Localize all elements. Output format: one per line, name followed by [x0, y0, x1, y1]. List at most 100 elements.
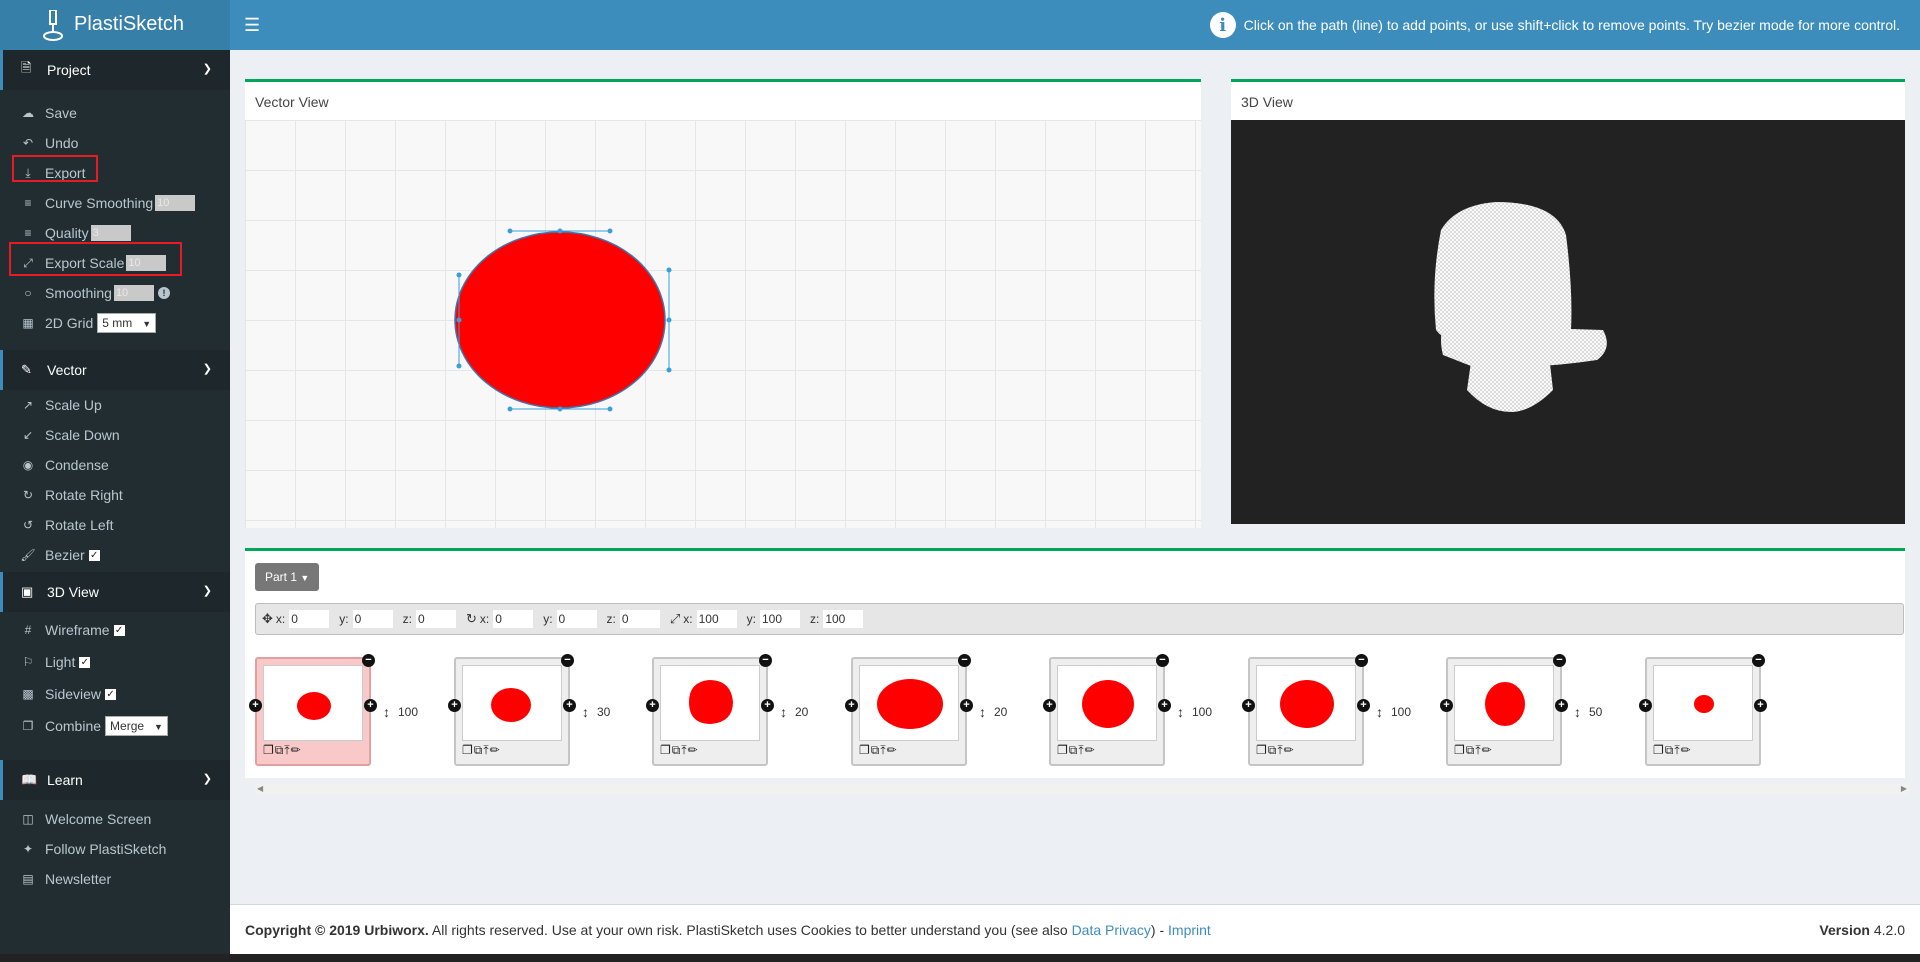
- sidebar-item-wireframe[interactable]: # Wireframe ✓: [0, 614, 230, 646]
- add-layer-before-icon[interactable]: +: [1440, 699, 1453, 712]
- pos-x-input[interactable]: 0: [289, 610, 330, 628]
- grid-select[interactable]: 5 mm ▼: [97, 313, 157, 333]
- sideview-checkbox[interactable]: ✓: [105, 688, 117, 700]
- add-layer-before-icon[interactable]: +: [249, 699, 262, 712]
- layer-tools[interactable]: ❐⧉⤒✏: [660, 743, 699, 758]
- scale-y-input[interactable]: 100: [759, 610, 800, 628]
- layer-card[interactable]: ❐⧉⤒✏ − + +: [1242, 654, 1370, 766]
- section-3d-view[interactable]: ▣ 3D View ❯: [0, 572, 230, 612]
- scale-x-input[interactable]: 100: [696, 610, 737, 628]
- sidebar-item-scale-down[interactable]: ↙ Scale Down: [0, 420, 230, 450]
- remove-layer-icon[interactable]: −: [1156, 654, 1169, 667]
- height-input[interactable]: 50: [1587, 703, 1637, 721]
- add-layer-after-icon[interactable]: +: [563, 699, 576, 712]
- 3d-model-svg[interactable]: [1231, 120, 1905, 524]
- shape-ellipse[interactable]: [454, 231, 666, 409]
- add-layer-before-icon[interactable]: +: [646, 699, 659, 712]
- pos-y-input[interactable]: 0: [352, 610, 393, 628]
- sidebar-item-bezier[interactable]: 🖌 Bezier ✓: [0, 540, 230, 570]
- add-layer-before-icon[interactable]: +: [1242, 699, 1255, 712]
- sidebar-item-smoothing[interactable]: ○ Smoothing 10!: [0, 278, 230, 308]
- part-select-button[interactable]: Part 1 ▼: [255, 563, 320, 591]
- layer-card[interactable]: ❐⧉⤒✏ − + +: [1639, 654, 1767, 766]
- sidebar-item-follow[interactable]: ✦ Follow PlastiSketch: [0, 834, 230, 864]
- layer-tools[interactable]: ❐⧉⤒✏: [859, 743, 898, 758]
- layer-card[interactable]: ❐⧉⤒✏ − + +: [1440, 654, 1568, 766]
- privacy-link[interactable]: Data Privacy: [1072, 922, 1151, 938]
- sidebar-item-save[interactable]: ☁ Save: [0, 98, 230, 128]
- scale-z-input[interactable]: 100: [823, 610, 864, 628]
- sidebar-item-curve-smoothing[interactable]: ≡ Curve Smoothing 10: [0, 188, 230, 218]
- vector-canvas[interactable]: [245, 120, 1201, 528]
- layer-card[interactable]: ❐⧉⤒✏ − + +: [249, 654, 377, 766]
- scroll-right-icon[interactable]: ▶: [1901, 784, 1907, 793]
- app-logo[interactable]: PlastiSketch: [0, 0, 230, 50]
- layer-thumbnail[interactable]: [1454, 665, 1554, 741]
- layer-thumbnail[interactable]: [1653, 665, 1753, 741]
- bezier-checkbox[interactable]: ✓: [88, 549, 100, 561]
- sidebar-item-2d-grid[interactable]: ▦ 2D Grid 5 mm ▼: [0, 308, 230, 338]
- rot-y-input[interactable]: 0: [556, 610, 597, 628]
- rot-z-input[interactable]: 0: [619, 610, 660, 628]
- remove-layer-icon[interactable]: −: [1355, 654, 1368, 667]
- add-layer-after-icon[interactable]: +: [1555, 699, 1568, 712]
- layer-thumbnail[interactable]: [462, 665, 562, 741]
- section-learn[interactable]: 📖 Learn ❯: [0, 760, 230, 800]
- sidebar-item-undo[interactable]: ↶ Undo: [0, 128, 230, 158]
- add-layer-before-icon[interactable]: +: [1639, 699, 1652, 712]
- add-layer-before-icon[interactable]: +: [845, 699, 858, 712]
- layer-tools[interactable]: ❐⧉⤒✏: [1653, 743, 1692, 758]
- layer-card[interactable]: ❐⧉⤒✏ − + +: [646, 654, 774, 766]
- height-input[interactable]: 100: [396, 703, 446, 721]
- layer-thumbnail[interactable]: [1057, 665, 1157, 741]
- sidebar-item-sideview[interactable]: ▩ Sideview ✓: [0, 678, 230, 710]
- scroll-left-icon[interactable]: ◀: [257, 784, 263, 793]
- add-layer-before-icon[interactable]: +: [448, 699, 461, 712]
- exclamation-icon[interactable]: !: [157, 287, 170, 299]
- layer-card[interactable]: ❐⧉⤒✏ − + +: [845, 654, 973, 766]
- curve-smoothing-input[interactable]: 10: [155, 195, 196, 211]
- section-project[interactable]: 🗎 Project ❯: [0, 50, 230, 90]
- sidebar-item-welcome[interactable]: ◫ Welcome Screen: [0, 804, 230, 834]
- add-layer-before-icon[interactable]: +: [1043, 699, 1056, 712]
- remove-layer-icon[interactable]: −: [1553, 654, 1566, 667]
- remove-layer-icon[interactable]: −: [1752, 654, 1765, 667]
- height-input[interactable]: 20: [992, 703, 1042, 721]
- add-layer-after-icon[interactable]: +: [364, 699, 377, 712]
- smoothing-input[interactable]: 10: [113, 285, 154, 301]
- remove-layer-icon[interactable]: −: [759, 654, 772, 667]
- layer-tools[interactable]: ❐⧉⤒✏: [1057, 743, 1096, 758]
- sidebar-item-combine[interactable]: ❐ Combine Merge ▼: [0, 710, 230, 742]
- add-layer-after-icon[interactable]: +: [1158, 699, 1171, 712]
- sidebar-item-newsletter[interactable]: ▤ Newsletter: [0, 864, 230, 894]
- combine-select[interactable]: Merge ▼: [105, 716, 168, 736]
- horizontal-scrollbar[interactable]: ◀ ▶: [255, 783, 1909, 795]
- add-layer-after-icon[interactable]: +: [960, 699, 973, 712]
- remove-layer-icon[interactable]: −: [362, 654, 375, 667]
- layer-thumbnail[interactable]: [1256, 665, 1356, 741]
- add-layer-after-icon[interactable]: +: [761, 699, 774, 712]
- vector-shape-svg[interactable]: [245, 120, 1201, 528]
- sidebar-item-rotate-right[interactable]: ↻ Rotate Right: [0, 480, 230, 510]
- height-input[interactable]: 30: [595, 703, 645, 721]
- layer-tools[interactable]: ❐⧉⤒✏: [1256, 743, 1295, 758]
- layer-card[interactable]: ❐⧉⤒✏ − + +: [448, 654, 576, 766]
- height-input[interactable]: 20: [793, 703, 843, 721]
- add-layer-after-icon[interactable]: +: [1754, 699, 1767, 712]
- quality-input[interactable]: 3: [90, 225, 131, 241]
- sidebar-item-rotate-left[interactable]: ↺ Rotate Left: [0, 510, 230, 540]
- sidebar-item-scale-up[interactable]: ↗ Scale Up: [0, 390, 230, 420]
- height-input[interactable]: 100: [1190, 703, 1240, 721]
- imprint-link[interactable]: Imprint: [1168, 922, 1211, 938]
- remove-layer-icon[interactable]: −: [561, 654, 574, 667]
- layer-tools[interactable]: ❐⧉⤒✏: [462, 743, 501, 758]
- layer-card[interactable]: ❐⧉⤒✏ − + +: [1043, 654, 1171, 766]
- sidebar-item-condense[interactable]: ◉ Condense: [0, 450, 230, 480]
- layer-thumbnail[interactable]: [859, 665, 959, 741]
- remove-layer-icon[interactable]: −: [958, 654, 971, 667]
- add-layer-after-icon[interactable]: +: [1357, 699, 1370, 712]
- hamburger-menu-icon[interactable]: ☰: [244, 15, 260, 36]
- rot-x-input[interactable]: 0: [493, 610, 534, 628]
- sidebar-item-light[interactable]: ⚐ Light ✓: [0, 646, 230, 678]
- section-vector[interactable]: ✎ Vector ❯: [0, 350, 230, 390]
